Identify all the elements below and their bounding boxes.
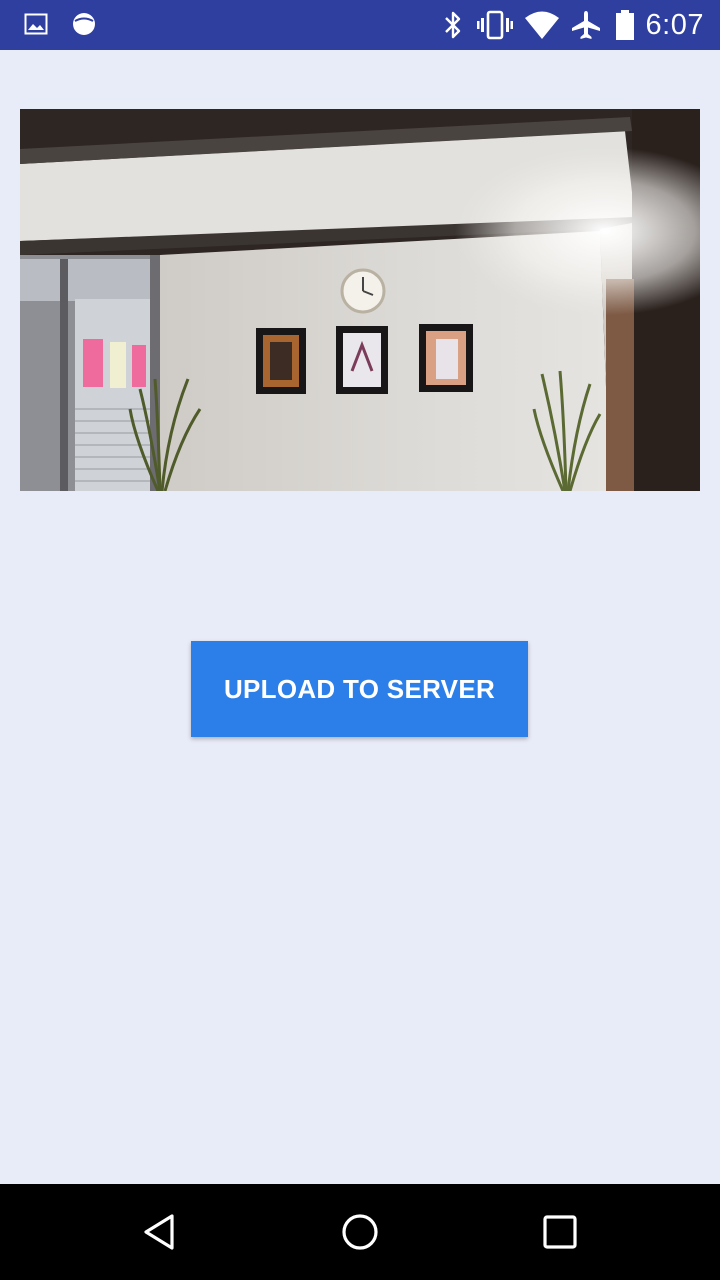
bluetooth-icon <box>445 11 461 39</box>
back-icon[interactable] <box>140 1212 180 1252</box>
airplane-mode-icon <box>572 11 600 39</box>
main-content: UPLOAD TO SERVER <box>0 50 720 1184</box>
vibrate-icon <box>477 10 513 40</box>
captured-photo <box>20 109 700 491</box>
navigation-bar <box>0 1184 720 1280</box>
upload-to-server-button[interactable]: UPLOAD TO SERVER <box>191 641 528 737</box>
battery-icon <box>616 10 634 40</box>
wifi-icon <box>525 11 559 39</box>
recents-icon[interactable] <box>540 1212 580 1252</box>
home-icon[interactable] <box>340 1212 380 1252</box>
status-time: 6:07 <box>645 9 704 41</box>
status-bar: 6:07 <box>0 0 720 50</box>
image-notification-icon <box>24 13 48 35</box>
captured-photo-image <box>20 109 700 491</box>
circle-notification-icon <box>73 13 95 35</box>
